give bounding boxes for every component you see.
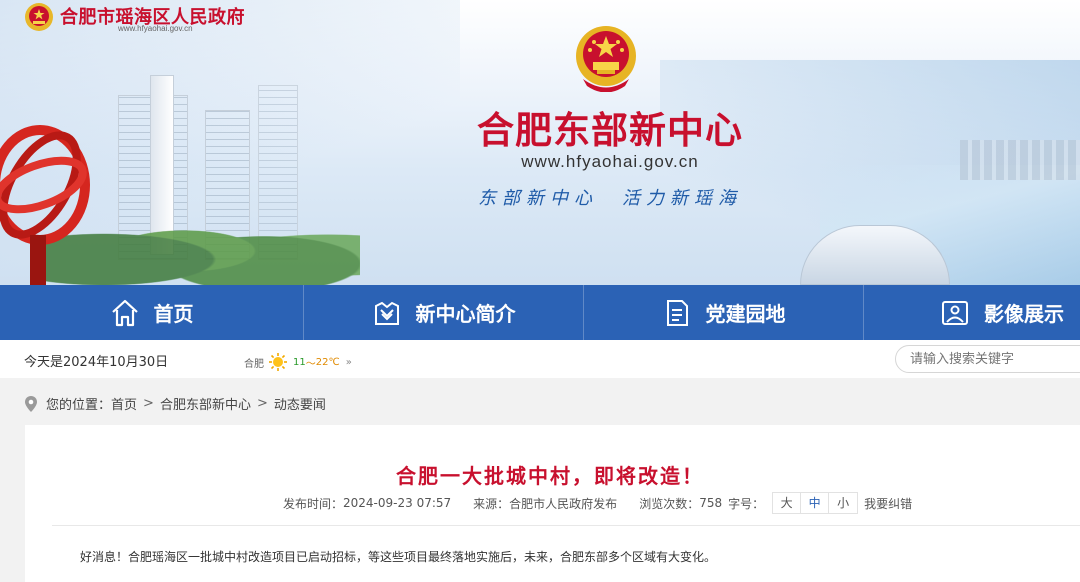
article-body: 好消息！合肥瑶海区一批城中村改造项目已启动招标，等这些项目最终落地实施后，未来，… bbox=[80, 550, 717, 564]
intro-icon bbox=[372, 298, 402, 328]
breadcrumb-section[interactable]: 合肥东部新中心 bbox=[160, 394, 251, 413]
breadcrumb-prefix: 您的位置： bbox=[46, 398, 112, 413]
gov-url: www.hfyaohai.gov.cn bbox=[118, 24, 193, 33]
report-error-link[interactable]: 我要纠错 bbox=[864, 495, 912, 512]
font-size-small-button[interactable]: 小 bbox=[829, 493, 857, 513]
search-input[interactable] bbox=[895, 345, 1080, 373]
nav-item-label: 影像展示 bbox=[984, 302, 1064, 326]
breadcrumb: 您的位置： 首页 > 合肥东部新中心 > 动态要闻 bbox=[24, 394, 326, 413]
site-slogan: 东部新中心 活力新瑶海 bbox=[478, 188, 742, 209]
temp-high: 22℃ bbox=[315, 356, 340, 368]
site-url: www.hfyaohai.gov.cn bbox=[521, 152, 699, 171]
article-panel: 合肥一大批城中村，即将改造！ 发布时间： 2024-09-23 07:57 来源… bbox=[25, 425, 1080, 582]
weather-widget[interactable]: 合肥 11 ～ 22℃ » bbox=[244, 352, 352, 372]
publish-time: 2024-09-23 07:57 bbox=[343, 496, 452, 510]
font-size-switcher: 大 中 小 bbox=[772, 492, 859, 514]
source-label: 来源： bbox=[473, 496, 510, 511]
breadcrumb-separator: > bbox=[143, 396, 154, 411]
breadcrumb-home[interactable]: 首页 bbox=[111, 394, 137, 413]
article-meta: 发布时间： 2024-09-23 07:57 来源： 合肥市人民政府发布 浏览次… bbox=[283, 492, 912, 514]
banner-skyline bbox=[960, 140, 1080, 180]
location-pin-icon bbox=[25, 395, 37, 412]
article-title: 合肥一大批城中村，即将改造！ bbox=[396, 464, 704, 488]
sun-icon bbox=[269, 353, 287, 371]
font-size-large-button[interactable]: 大 bbox=[773, 493, 802, 513]
article-divider bbox=[52, 525, 1080, 526]
weather-city: 合肥 bbox=[244, 358, 264, 370]
document-icon bbox=[662, 298, 692, 328]
views-count: 758 bbox=[699, 496, 723, 510]
nav-item-label: 党建园地 bbox=[705, 302, 786, 326]
site-title: 合肥东部新中心 bbox=[477, 109, 743, 152]
source-value: 合肥市人民政府发布 bbox=[509, 496, 618, 511]
main-nav: 首页 新中心简介 党建园地 影像展示 bbox=[0, 285, 1080, 340]
image-icon bbox=[940, 298, 970, 328]
nav-item-gallery[interactable]: 影像展示 bbox=[864, 285, 1080, 340]
font-size-label: 字号： bbox=[728, 496, 765, 511]
national-emblem-icon bbox=[576, 26, 636, 92]
home-icon bbox=[110, 298, 140, 328]
nav-item-intro[interactable]: 新中心简介 bbox=[304, 285, 584, 340]
info-bar: 今天是2024年10月30日 合肥 11 ～ 22℃ » bbox=[0, 340, 1080, 378]
font-size-medium-button[interactable]: 中 bbox=[801, 493, 830, 513]
nav-item-label: 新中心简介 bbox=[415, 302, 516, 326]
nav-item-party[interactable]: 党建园地 bbox=[584, 285, 864, 340]
temp-sep: ～ bbox=[305, 358, 316, 370]
weather-more-icon[interactable]: » bbox=[346, 357, 352, 368]
red-sculpture-icon bbox=[0, 125, 90, 285]
current-date: 今天是2024年10月30日 bbox=[24, 355, 169, 370]
nav-item-home[interactable]: 首页 bbox=[0, 285, 304, 340]
breadcrumb-current[interactable]: 动态要闻 bbox=[274, 394, 326, 413]
temp-low: 11 bbox=[293, 356, 306, 368]
nav-item-label: 首页 bbox=[153, 302, 194, 326]
breadcrumb-separator: > bbox=[256, 396, 268, 411]
publish-label: 发布时间： bbox=[283, 496, 344, 511]
header-banner: 合肥市瑶海区人民政府 www.hfyaohai.gov.cn 合肥东部新中心 w… bbox=[0, 0, 1080, 285]
views-label: 浏览次数： bbox=[639, 496, 700, 511]
national-emblem-icon bbox=[25, 3, 53, 31]
